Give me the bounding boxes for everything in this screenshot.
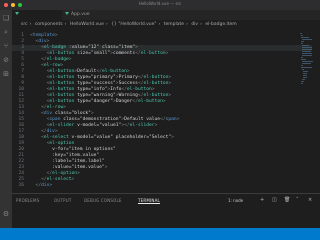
minimap-line [302, 51, 311, 52]
title-bar: HelloWorld.vue — src [0, 0, 320, 10]
debug-icon[interactable]: ⊘ [2, 56, 10, 64]
minimap-line [301, 37, 310, 38]
minimap-line [302, 69, 305, 70]
split-terminal-icon[interactable]: ◫ [272, 197, 277, 203]
chevron-up-icon[interactable]: ˄ [296, 197, 299, 203]
tab-app[interactable]: App.vue [62, 10, 104, 20]
tab-output[interactable]: OUTPUT [54, 198, 72, 203]
extensions-icon[interactable]: ⊞ [2, 70, 10, 78]
tab-terminal[interactable]: TERMINAL [138, 198, 160, 204]
breadcrumb-item[interactable]: src [21, 22, 28, 27]
files-icon[interactable]: ❏ [2, 14, 10, 22]
tab-label: App.vue [71, 12, 90, 17]
minimap-line [300, 83, 303, 84]
tab-debug-console[interactable]: DEBUG CONSOLE [84, 198, 122, 203]
minimap-line [302, 79, 305, 80]
source-control-icon[interactable]: ⑂ [2, 42, 10, 50]
breadcrumb-item[interactable]: template [164, 22, 184, 27]
minimap-line [302, 73, 307, 74]
minimap-line [301, 67, 312, 68]
status-bar [0, 228, 320, 240]
code-line[interactable]: 26 </div> [12, 183, 312, 189]
breadcrumb: src › components › HelloWorld.vue › {} "Hel… [12, 20, 320, 29]
add-terminal-icon[interactable]: + [260, 197, 264, 203]
minimap[interactable] [300, 29, 314, 193]
minimap-line [301, 59, 306, 60]
minimap-line [301, 41, 304, 42]
minimap-line [302, 39, 312, 40]
breadcrumb-item[interactable]: div [191, 22, 198, 27]
breadcrumb-item[interactable]: {} "HelloWorld.vue" [111, 22, 156, 27]
code-editor[interactable]: 1 <template> 2 <div> 3 <el-badge :value="12… [12, 29, 320, 193]
search-icon[interactable]: ⌕ [2, 28, 10, 36]
bottom-panel: PROBLEMS OUTPUT DEBUG CONSOLE TERMINAL 1… [12, 193, 320, 229]
vscode-window: HelloWorld.vue — src ❏ ⌕ ⑂ ⊘ ⊞ ⚙ HelloWo… [0, 0, 320, 240]
minimap-line [302, 77, 308, 78]
minimap-line [301, 81, 305, 82]
vue-file-icon [65, 12, 69, 15]
minimap-line [302, 71, 308, 72]
minimap-line [301, 57, 304, 58]
tab-problems[interactable]: PROBLEMS [16, 198, 39, 203]
breadcrumb-item[interactable]: components [35, 22, 63, 27]
minimap-line [302, 61, 313, 62]
settings-gear-icon[interactable]: ⚙ [2, 210, 10, 218]
vue-file-icon [15, 12, 19, 15]
editor-tabs: HelloWorld.vue× App.vue [12, 10, 320, 27]
close-panel-icon[interactable]: × [308, 197, 312, 203]
activity-bar: ❏ ⌕ ⑂ ⊘ ⊞ ⚙ [0, 10, 12, 228]
window-title: HelloWorld.vue — src [138, 1, 182, 6]
minimap-line [302, 75, 307, 76]
breadcrumb-item[interactable]: el-badge.item [205, 22, 236, 27]
minimap-line [302, 63, 311, 64]
minimap-line [301, 43, 304, 44]
minimap-line [300, 33, 303, 34]
minimap-line [300, 35, 303, 36]
tab-helloworld[interactable]: HelloWorld.vue× [12, 10, 62, 27]
trash-icon[interactable]: 🗑 [284, 197, 290, 203]
minimap-line [302, 55, 312, 56]
breadcrumb-item[interactable]: HelloWorld.vue [70, 22, 104, 27]
minimap-line [302, 53, 312, 54]
minimap-line [301, 65, 304, 66]
minimap-line [302, 47, 312, 48]
line-number: 26 [18, 183, 24, 188]
minimap-line [302, 49, 312, 50]
code-text: </div> [35, 183, 53, 188]
terminal-selector[interactable]: 1: node [228, 198, 243, 203]
minimap-line [302, 45, 309, 46]
